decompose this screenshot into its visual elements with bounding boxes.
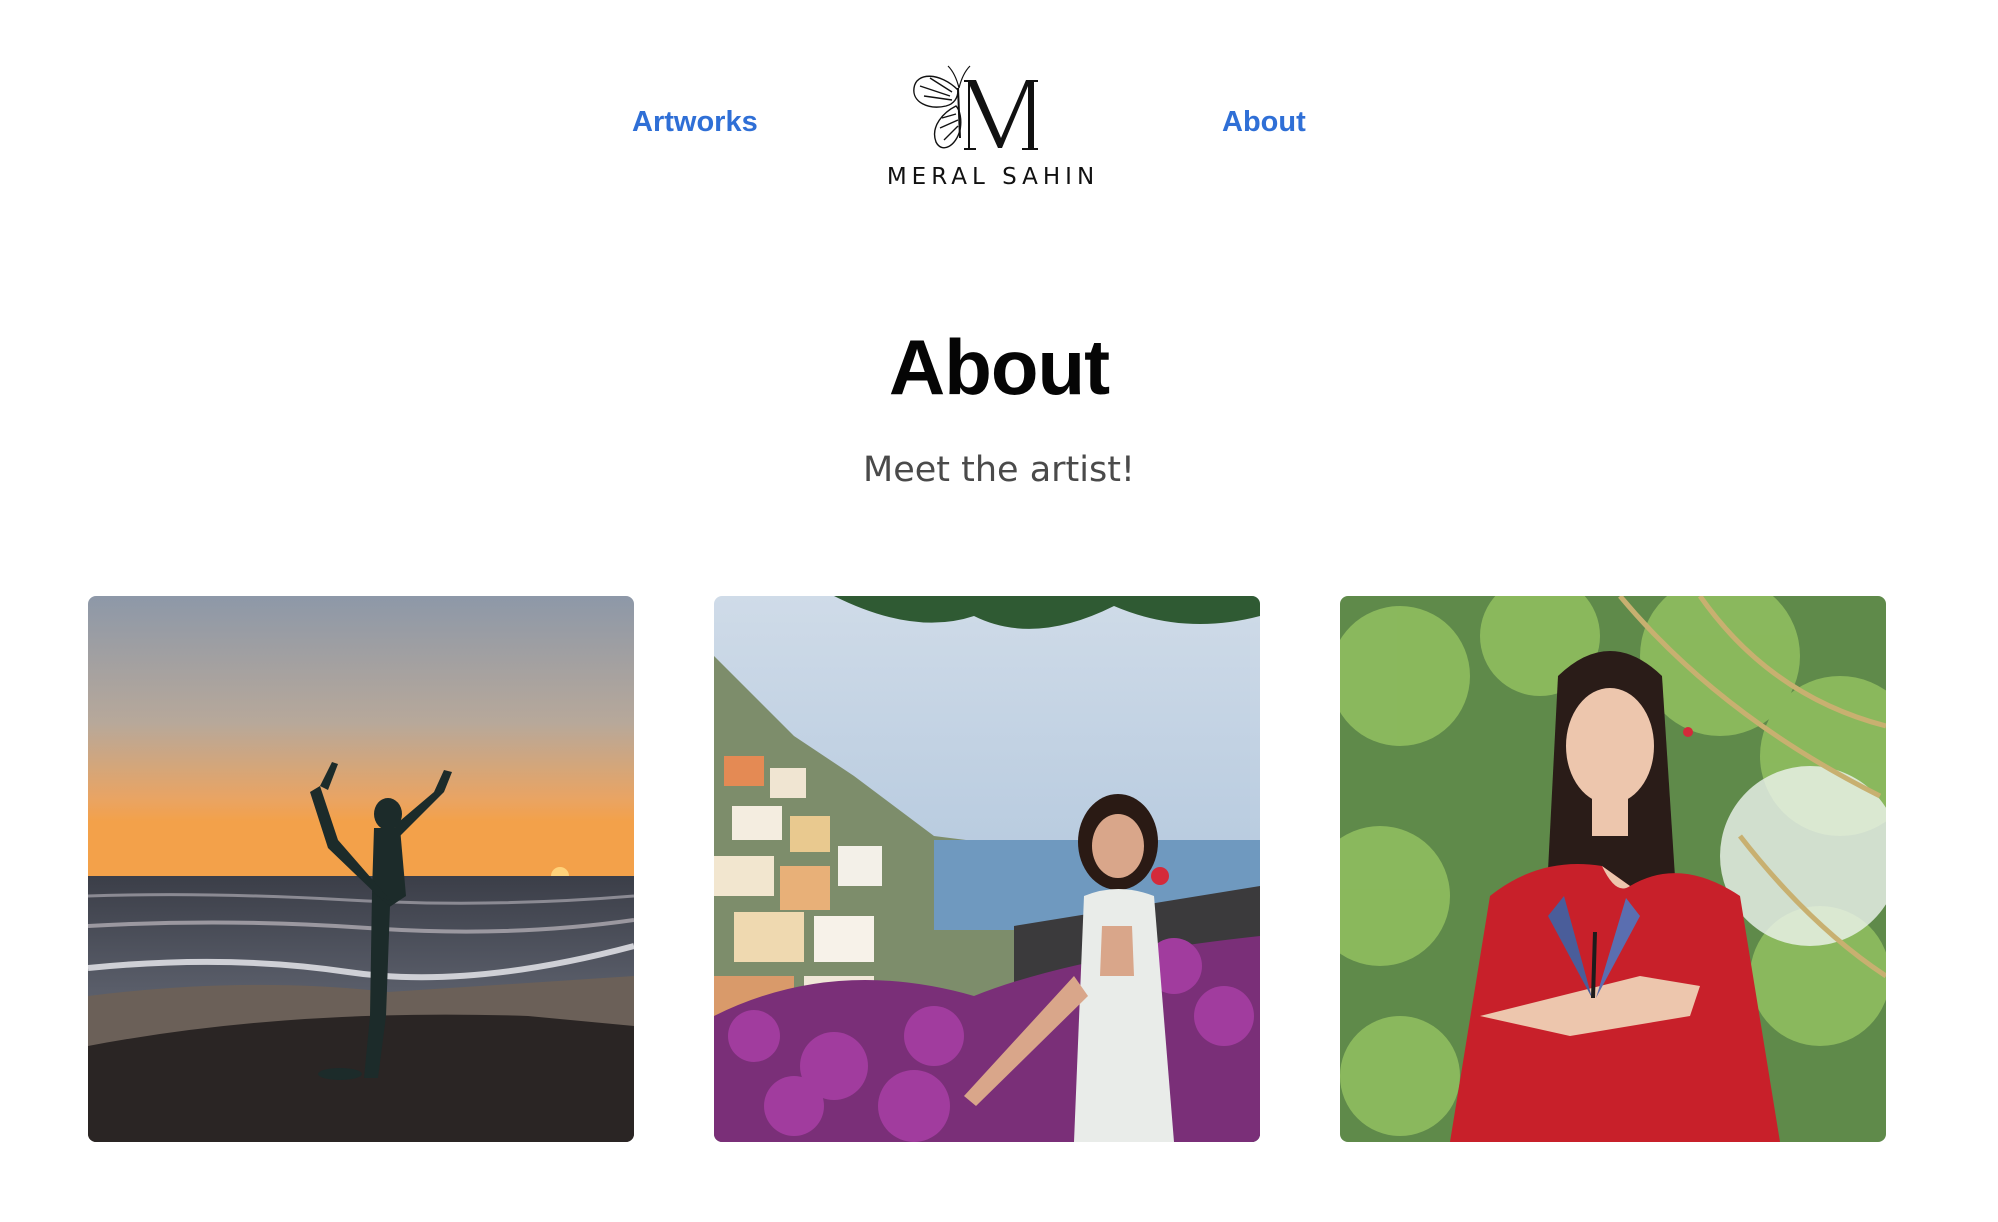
page-title: About [888, 323, 1110, 411]
butterfly-monogram-icon [913, 65, 1038, 150]
sunset-beach-yoga-photo-icon [88, 596, 634, 1142]
site-header: Artworks MERAL SAHIN About [0, 0, 1998, 240]
coastal-village-flowers-photo-icon [714, 596, 1260, 1142]
page-subtitle: Meet the artist! [863, 450, 1135, 490]
logo-wordmark: MERAL SAHIN [886, 164, 1100, 190]
photo-butterfly-garden [1340, 596, 1886, 1142]
photo-sunset-beach [88, 596, 634, 1142]
photo-coastal-village [714, 596, 1260, 1142]
butterfly-garden-photo-icon [1340, 596, 1886, 1142]
nav-link-artworks[interactable]: Artworks [632, 106, 758, 139]
site-logo[interactable]: MERAL SAHIN [880, 62, 1106, 198]
nav-link-about[interactable]: About [1222, 106, 1306, 139]
